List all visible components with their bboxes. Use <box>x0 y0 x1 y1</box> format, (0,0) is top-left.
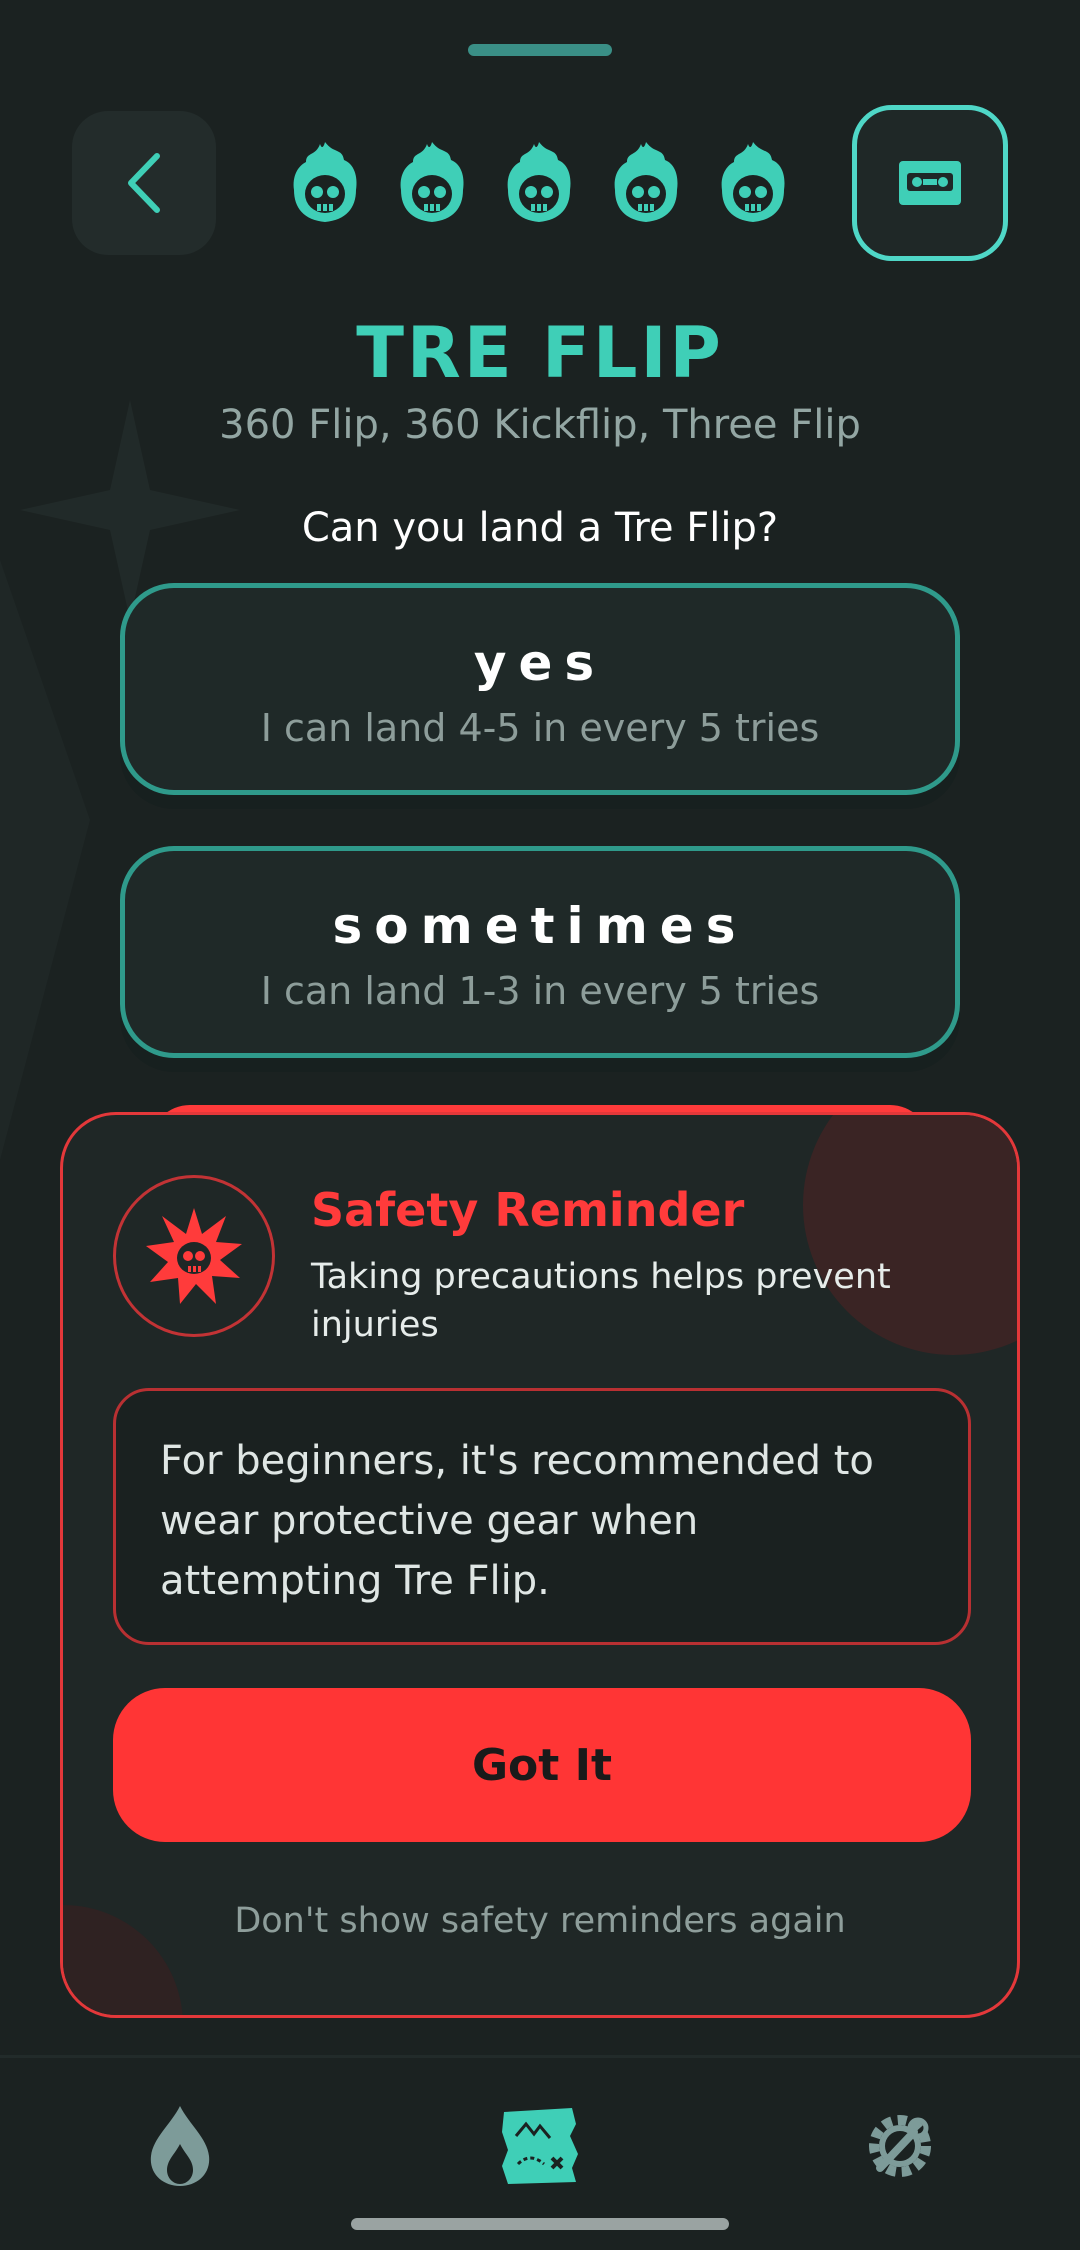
chevron-left-icon <box>128 153 160 213</box>
option-description: I can land 1-3 in every 5 tries <box>260 969 820 1013</box>
option-label: sometimes <box>332 897 748 955</box>
flame-icon <box>150 2106 210 2186</box>
wrench-gear-icon <box>869 2115 931 2177</box>
skull-burst-icon <box>146 1208 242 1304</box>
safety-reminder-dialog: Safety Reminder Taking precautions helps… <box>60 1112 1020 2018</box>
tab-map[interactable] <box>490 2096 590 2196</box>
option-yes-button[interactable]: yes I can land 4-5 in every 5 tries <box>120 583 960 795</box>
flaming-skull-icon <box>293 142 357 222</box>
video-tutorial-button[interactable] <box>852 105 1008 261</box>
got-it-button[interactable]: Got It <box>113 1688 971 1842</box>
flaming-skull-icon <box>614 142 678 222</box>
tab-settings[interactable] <box>850 2096 950 2196</box>
background-shard-decoration <box>0 560 90 1160</box>
flaming-skull-icon <box>400 142 464 222</box>
dialog-title: Safety Reminder <box>311 1183 745 1237</box>
dont-show-again-link[interactable]: Don't show safety reminders again <box>63 1901 1017 1941</box>
option-label: yes <box>473 634 607 692</box>
drag-handle[interactable] <box>468 44 612 56</box>
tab-streaks[interactable] <box>130 2096 230 2196</box>
warning-icon-badge <box>113 1175 275 1337</box>
option-sometimes-button[interactable]: sometimes I can land 1-3 in every 5 trie… <box>120 846 960 1058</box>
treasure-map-icon <box>502 2108 578 2184</box>
difficulty-rating <box>290 140 790 230</box>
back-button[interactable] <box>72 111 216 255</box>
vhs-tape-icon <box>899 161 961 205</box>
option-description: I can land 4-5 in every 5 tries <box>260 706 820 750</box>
flaming-skull-icon <box>721 142 785 222</box>
dialog-subtitle: Taking precautions helps prevent injurie… <box>311 1257 891 1345</box>
home-indicator[interactable] <box>351 2218 729 2230</box>
trick-question: Can you land a Tre Flip? <box>301 505 779 551</box>
flaming-skull-icon <box>507 142 571 222</box>
trick-aliases: 360 Flip, 360 Kickflip, Three Flip <box>219 402 861 448</box>
trick-title: TRE FLIP <box>356 312 724 394</box>
safety-notice-text: For beginners, it's recommended to wear … <box>113 1388 971 1645</box>
